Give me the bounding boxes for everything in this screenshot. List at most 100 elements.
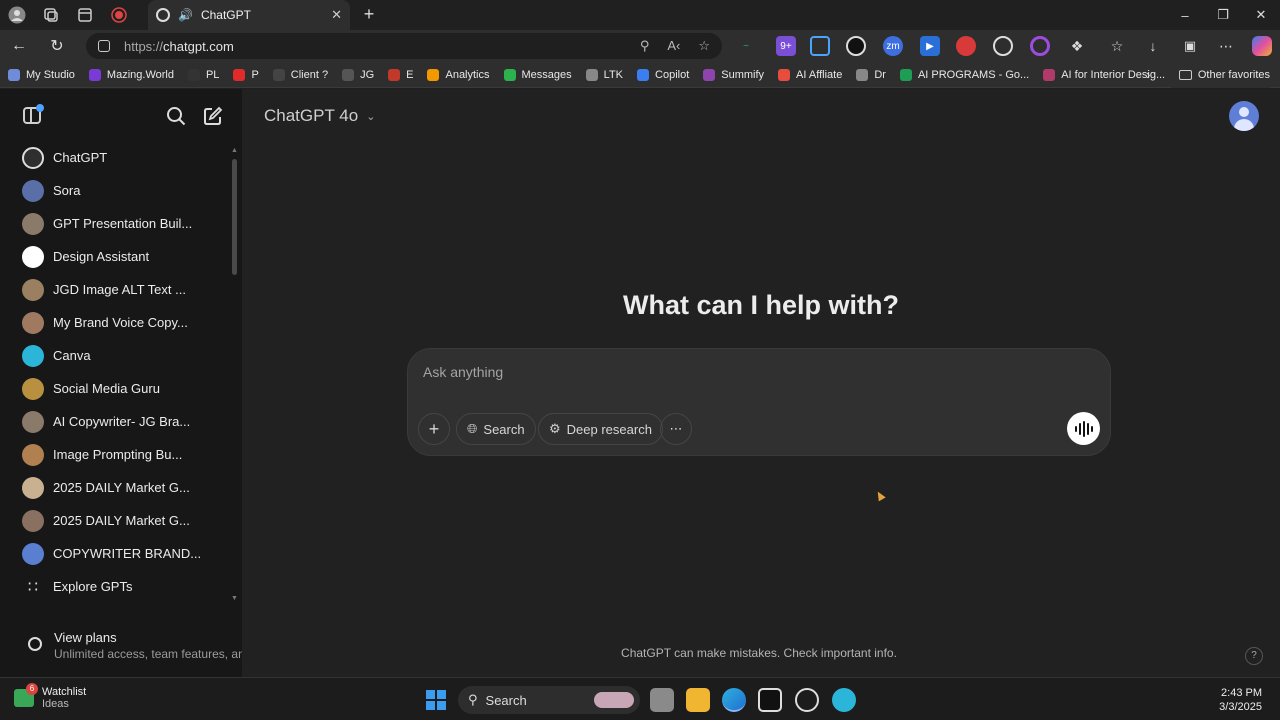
- chatgpt-app-icon[interactable]: [795, 688, 819, 712]
- search-button[interactable]: 🌐︎ Search: [456, 413, 536, 445]
- bookmark-item[interactable]: P: [233, 68, 259, 81]
- file-explorer-icon[interactable]: [686, 688, 710, 712]
- sidebar-item[interactable]: My Brand Voice Copy...: [14, 306, 226, 339]
- sidebar-scrollbar[interactable]: [232, 159, 237, 275]
- extension-icon[interactable]: zm: [883, 36, 903, 56]
- extension-icon[interactable]: ▶: [920, 36, 940, 56]
- new-tab-button[interactable]: +: [358, 3, 380, 25]
- recording-tab-icon[interactable]: [102, 0, 136, 30]
- bookmark-item[interactable]: PL: [187, 68, 219, 81]
- bookmark-item[interactable]: My Studio: [8, 68, 75, 81]
- bookmark-item[interactable]: Mazing.World: [88, 68, 174, 81]
- bookmark-item[interactable]: Summify: [703, 68, 764, 81]
- scroll-down-arrow-icon[interactable]: ▼: [231, 595, 238, 602]
- collections-icon[interactable]: ▣: [1180, 36, 1200, 56]
- bookmark-item[interactable]: Dr: [856, 68, 886, 81]
- tab-chatgpt[interactable]: 🔊 ChatGPT ✕: [148, 0, 350, 30]
- sidebar-item-label: ChatGPT: [53, 150, 108, 165]
- prompt-input[interactable]: Ask anything: [423, 364, 503, 380]
- other-favorites[interactable]: Other favorites: [1170, 62, 1270, 88]
- sidebar-item[interactable]: Social Media Guru: [14, 372, 226, 405]
- read-aloud-icon[interactable]: A‹: [667, 38, 680, 54]
- view-plans-button[interactable]: View plans Unlimited access, team featur…: [0, 623, 255, 673]
- bookmark-label: Dr: [874, 68, 886, 81]
- bookmark-item[interactable]: LTK: [585, 68, 623, 81]
- close-window-icon[interactable]: ✕: [1242, 0, 1280, 30]
- extension-icon[interactable]: [810, 36, 830, 56]
- extension-icon[interactable]: 9+: [776, 36, 796, 56]
- workspaces-icon[interactable]: [34, 0, 68, 30]
- new-chat-icon[interactable]: [203, 106, 223, 126]
- sidebar-item[interactable]: JGD Image ALT Text ...: [14, 273, 226, 306]
- taskbar-search[interactable]: ⚲ Search: [458, 686, 640, 714]
- sidebar-item[interactable]: COPYWRITER BRAND...: [14, 537, 226, 570]
- sidebar-item[interactable]: Canva: [14, 339, 226, 372]
- deep-research-button[interactable]: ⚙ Deep research: [538, 413, 663, 445]
- voice-mode-button[interactable]: [1067, 412, 1100, 445]
- site-info-icon[interactable]: [98, 40, 110, 52]
- bookmark-item[interactable]: Copilot: [637, 68, 689, 81]
- sidebar-item[interactable]: Sora: [14, 174, 226, 207]
- extension-icon[interactable]: [1030, 36, 1050, 56]
- speaker-icon[interactable]: 🔊: [178, 8, 193, 22]
- bookmark-item[interactable]: Client ?: [272, 68, 328, 81]
- sidebar-item[interactable]: ∷ Explore GPTs: [14, 570, 226, 603]
- bookmark-item[interactable]: E: [388, 68, 414, 81]
- refresh-icon[interactable]: ↻: [38, 30, 76, 62]
- sidebar-item-label: Image Prompting Bu...: [53, 447, 183, 462]
- address-bar[interactable]: https:// chatgpt.com ⚲ A‹ ☆: [86, 33, 722, 59]
- more-bookmarks-chevron-icon[interactable]: ›: [1146, 62, 1150, 88]
- sidebar-item[interactable]: ChatGPT: [14, 141, 226, 174]
- close-tab-icon[interactable]: ✕: [331, 7, 342, 23]
- zoom-icon[interactable]: ⚲: [640, 38, 650, 54]
- sidebar-item[interactable]: GPT Presentation Buil...: [14, 207, 226, 240]
- disclaimer-text: ChatGPT can make mistakes. Check importa…: [621, 646, 897, 660]
- back-icon[interactable]: ←: [0, 30, 38, 62]
- sidebar-item[interactable]: 2025 DAILY Market G...: [14, 471, 226, 504]
- bookmark-item[interactable]: AI Affliate: [778, 68, 842, 81]
- restore-icon[interactable]: ❐: [1204, 0, 1242, 30]
- task-view-icon[interactable]: [650, 688, 674, 712]
- widgets-button[interactable]: 6 Watchlist Ideas: [14, 683, 87, 710]
- minimize-icon[interactable]: –: [1166, 0, 1204, 30]
- sidebar: ChatGPT Sora GPT Presentation Buil... Desig…: [0, 89, 255, 677]
- scroll-up-arrow-icon[interactable]: ▲: [231, 147, 238, 154]
- bookmark-item[interactable]: JG: [342, 68, 374, 81]
- avatar-head: [1239, 107, 1249, 117]
- canva-app-icon[interactable]: [832, 688, 856, 712]
- copilot-icon[interactable]: [1252, 36, 1272, 56]
- attach-plus-button[interactable]: +: [418, 413, 450, 445]
- favorite-star-icon[interactable]: ☆: [698, 38, 710, 54]
- profile-icon[interactable]: [0, 0, 34, 30]
- extension-icon[interactable]: [993, 36, 1013, 56]
- search-icon[interactable]: [166, 106, 186, 126]
- bookmark-label: E: [406, 68, 414, 81]
- bookmark-item[interactable]: Analytics: [427, 68, 490, 81]
- sidebar-item[interactable]: Design Assistant: [14, 240, 226, 273]
- favorites-icon[interactable]: ☆: [1107, 36, 1127, 56]
- clock[interactable]: 2:43 PM 3/3/2025: [1219, 686, 1262, 714]
- sidebar-item[interactable]: Image Prompting Bu...: [14, 438, 226, 471]
- edge-browser-icon[interactable]: [722, 688, 746, 712]
- grid-icon: ∷: [22, 575, 44, 598]
- windows-start-icon[interactable]: [426, 690, 446, 710]
- help-button[interactable]: ?: [1245, 647, 1263, 665]
- settings-more-icon[interactable]: ⋯: [1216, 36, 1236, 56]
- more-tools-button[interactable]: ⋯: [660, 413, 692, 445]
- extension-icon[interactable]: ~: [736, 36, 756, 56]
- extension-icon[interactable]: [846, 36, 866, 56]
- avatar[interactable]: [1229, 101, 1259, 131]
- bookmark-favicon-icon: [1043, 68, 1056, 81]
- sidebar-item-label: Design Assistant: [53, 249, 150, 264]
- downloads-icon[interactable]: ↓: [1143, 36, 1163, 56]
- bookmark-item[interactable]: Messages: [503, 68, 572, 81]
- extensions-puzzle-icon[interactable]: ❖: [1067, 36, 1087, 56]
- widget-title: Watchlist: [42, 686, 87, 698]
- model-selector[interactable]: ChatGPT 4o ⌄: [264, 106, 375, 126]
- terminal-icon[interactable]: [758, 688, 782, 712]
- sidebar-item[interactable]: 2025 DAILY Market G...: [14, 504, 226, 537]
- bookmark-item[interactable]: AI PROGRAMS - Go...: [899, 68, 1029, 81]
- sidebar-item[interactable]: AI Copywriter- JG Bra...: [14, 405, 226, 438]
- extension-icon[interactable]: [956, 36, 976, 56]
- tab-actions-icon[interactable]: [68, 0, 102, 30]
